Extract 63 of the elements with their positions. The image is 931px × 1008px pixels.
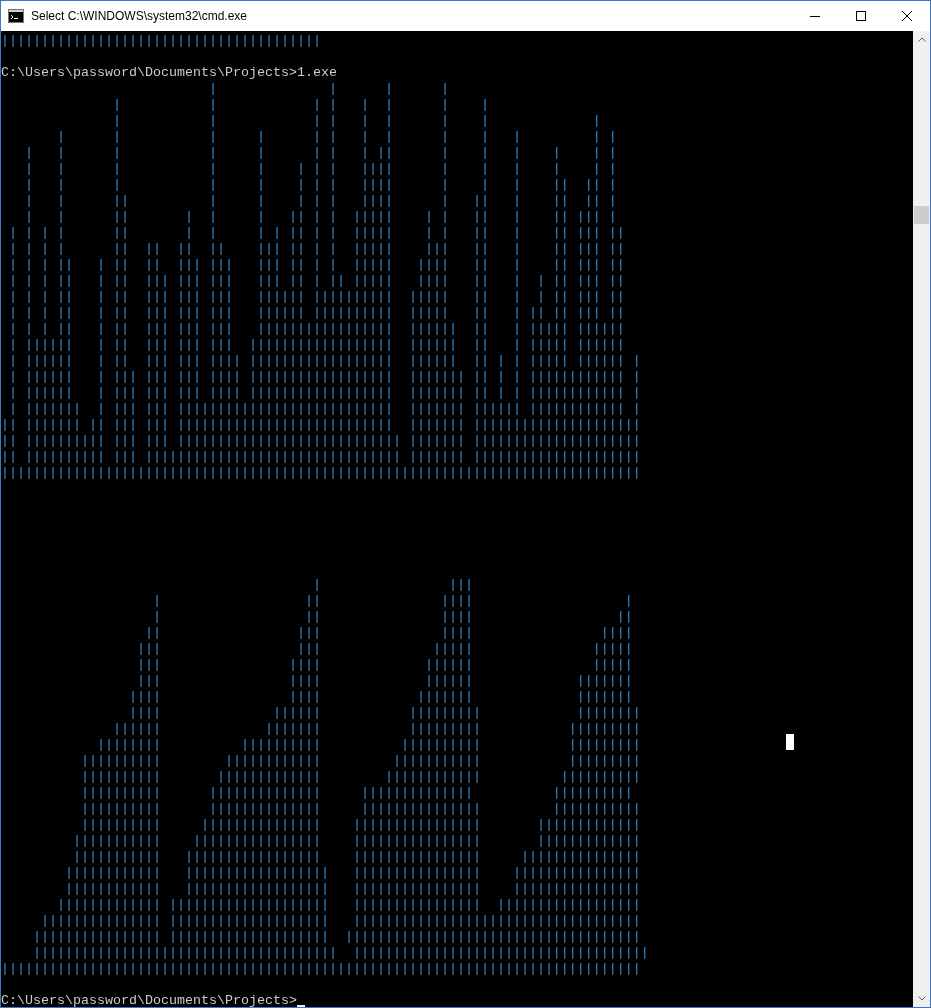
output-line: | | | | || | | | | || | | ||||| | | || | || ||| ||: [8, 225, 625, 241]
console-icon: [8, 9, 24, 23]
output-line: |||||||||||||||||||||||||||||||||||||| |||||||||||||||||||||||||||||||||||||: [32, 945, 649, 961]
output-line: | | | || | || ||| ||| ||| |||||| |||||||||| ||||| || | || || ||| ||: [8, 305, 625, 321]
output-line: | ||||||| | ||| ||| ||||||||||||||||||||||||||| ||||||| |||||| |||||||||||| |: [8, 401, 641, 417]
output-line: | | | | | | | | |||| | | | || || |: [24, 177, 617, 193]
scrollbar-thumb[interactable]: [914, 206, 929, 224]
output-line: |||||||||| ||||||||||||| |||||||||||| ||||||||||: [79, 769, 641, 785]
output-line: ||||||||||||| |||||||||||||||||||| |||||||||||||||| ||||||||||||||||||: [56, 897, 641, 913]
output-line: ||||||||||| ||||||||||||||||| |||||||||||||||| |||||||||||||||: [71, 849, 641, 865]
output-line: | || |||| ||: [151, 609, 633, 625]
output-line: || |||||||||| ||| |||||||||||||||||||||||||||||||| ||||||| |||||||||||||||||||||: [1, 449, 641, 465]
scroll-up-icon: [917, 37, 926, 42]
close-icon: [902, 11, 912, 21]
output-line: | |||||| | || ||| ||| ||| |||||||||||||||||| |||||| || | ||||| ||||||: [8, 337, 625, 353]
output-line: || ||| |||| ||||: [143, 625, 633, 641]
scroll-down-icon: [917, 996, 926, 1001]
output-line: | |||||| | || ||| ||| |||| |||||||||||||||||| |||||| || | | ||||| |||||| |: [8, 353, 641, 369]
output-line: |||||||| |||||||||| |||||||||| |||||||||: [95, 737, 641, 753]
output-line: | || |||| |: [151, 593, 633, 609]
output-line: |||||||||||||||| |||||||||||||||||||| |||||||||||||||||||||||||||||||||||||: [32, 929, 641, 945]
minimize-icon: [810, 15, 820, 17]
output-line: | | | || | || ||| ||| ||| ||| || | || ||||| |||| || | | || ||| ||: [8, 273, 625, 289]
output-line: ||| ||| ||||| |||||: [135, 641, 633, 657]
output-line: ||||||||||||||||||||||||||||||||||||||||||||||||||||||||||||||||||||||||||||||||: [1, 465, 641, 481]
output-line: | | | | | | | | |||| | | | | | |: [24, 161, 617, 177]
output-line: | |||: [311, 577, 473, 593]
output-line: | |||||| | ||| ||| ||| |||| |||||||||||||||||| ||||||| || | | |||||||||||| |: [8, 369, 641, 385]
command-prompt: C:\Users\password\Documents\Projects>: [1, 993, 297, 1007]
output-line: | | | | || || || || ||| || | | ||||| ||| || | || ||| ||: [8, 241, 625, 257]
output-line: |||||||||| |||||||||||||| |||||||||||||| ||||||||||: [79, 785, 633, 801]
output-line: ||| |||| |||||| |||||||: [135, 673, 633, 689]
output-line: | | | || | || || ||| ||| ||| || | | ||||| |||| || | || ||| ||: [8, 257, 625, 273]
output-line: | | | || | || ||| ||| ||| ||||||||||||||||| |||||| || | ||||| ||||||: [8, 321, 625, 337]
output-line: | | | | | | | |: [111, 97, 489, 113]
window-title: Select C:\WINDOWS\system32\cmd.exe: [31, 8, 248, 25]
output-line: ||||||||||||||||||||||||||||||||||||||||: [1, 33, 321, 49]
output-line: | | || | | | || | | ||||| | | || | || ||| |: [24, 209, 617, 225]
scrollbar[interactable]: [913, 31, 930, 1007]
output-line: || ||||||| || ||| ||| ||||||||||||||||||||||||||| ||||||| |||||||||||||||||||||: [1, 417, 641, 433]
output-line: || |||||||||| ||| ||| |||||||||||||||||||||||||||| ||||||| |||||||||||||||||||||: [1, 433, 641, 449]
output-line: |||| |||||| ||||||||| ||||||||: [127, 705, 641, 721]
output-line: | | | || | || ||| ||| ||| |||||| |||||||||| ||||| || | | || ||| ||: [8, 289, 625, 305]
output-line: |||||||||| ||||||||||||||| |||||||||||||||| |||||||||||||: [79, 817, 641, 833]
output-line: | | | |: [207, 81, 449, 97]
output-line: |||||||||||| |||||||||||||||||| |||||||||||||||| ||||||||||||||||: [64, 865, 641, 881]
output-line: | | | | | | | | || | | | | | |: [24, 145, 617, 161]
output-line: ||||||||||||||| |||||||||||||||||||| ||||||||||||||||||||||||||||||||||||: [40, 913, 641, 929]
command-prompt: C:\Users\password\Documents\Projects>1.exe: [1, 65, 337, 81]
output-line: | | | | | | | | |: [111, 113, 601, 129]
output-line: | | | | | | | | | | | | |: [56, 129, 617, 145]
output-line: |||||||||| |||||||||||||| ||||||||||||||| |||||||||||: [79, 801, 641, 817]
maximize-icon: [856, 11, 866, 21]
output-line: |||||||||| |||||||||||| ||||||||||| |||||||||: [79, 753, 641, 769]
mouse-pointer-icon: [786, 734, 794, 750]
output-line: |||| |||| ||||||| |||||||: [127, 689, 633, 705]
output-line: ||||||||||| |||||||||||||||| |||||||||||||||| |||||||||||||: [71, 833, 641, 849]
output-line: ||| |||| |||||| |||||: [135, 657, 633, 673]
output-line: |||||||||||| |||||||||||||||||| |||||||||||||||| ||||||||||||||||: [64, 881, 641, 897]
output-line: ||||||||||||||||||||||||||||||||||||||||||||||||||||||||||||||||||||||||||||||||: [1, 961, 641, 977]
output-line: |||||| ||||||| ||||||||| |||||||||: [111, 721, 641, 737]
output-line: | | || | | | | | |||| | || | || || |: [24, 193, 617, 209]
output-line: | |||||| | ||| ||| ||| |||| |||||||||||||||||| ||||||| || | | |||||||||||| |: [8, 385, 641, 401]
